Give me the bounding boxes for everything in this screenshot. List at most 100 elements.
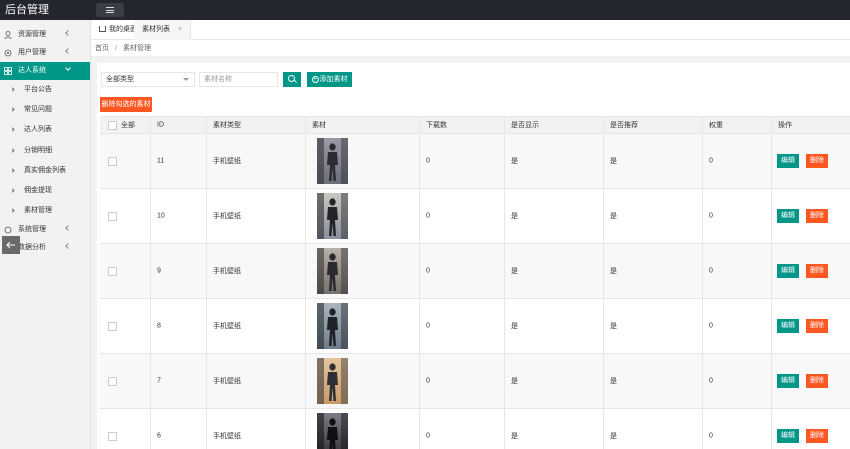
cell-weight: 0 — [702, 244, 771, 298]
search-button[interactable] — [283, 72, 301, 87]
cell-actions: 编辑 删除 — [771, 299, 850, 353]
cell-id: 8 — [150, 299, 206, 353]
select-all-checkbox[interactable] — [108, 121, 117, 130]
row-checkbox[interactable] — [108, 267, 117, 276]
menu-toggle-button[interactable] — [96, 3, 124, 17]
material-name-input[interactable]: 素材名称 — [199, 72, 278, 87]
delete-button[interactable]: 删除 — [806, 209, 828, 223]
material-thumbnail[interactable] — [317, 248, 348, 294]
delete-button[interactable]: 删除 — [806, 154, 828, 168]
row-checkbox[interactable] — [108, 377, 117, 386]
tab-label: 素材列表 — [142, 26, 170, 33]
cell-downloads: 0 — [419, 409, 504, 449]
sidebar-subitem-label: 达人列表 — [24, 126, 52, 134]
sidebar-subitem-distribution[interactable]: 分销明细 — [0, 141, 90, 161]
table-row: 6 手机壁纸 0 是 是 0 编辑 删除 — [100, 409, 850, 449]
cell-show: 是 — [504, 189, 603, 243]
sidebar-item-talent-system[interactable]: 达人系统 — [0, 62, 90, 80]
cell-text: 0 — [426, 157, 430, 165]
sidebar-subitem-label: 平台公告 — [24, 86, 52, 93]
cell-text: 6 — [157, 432, 161, 440]
sidebar-item-users[interactable]: 用户管理 — [0, 44, 90, 62]
cell-select — [100, 299, 150, 353]
tab-material-list[interactable]: 素材列表 × — [134, 20, 192, 40]
header-downloads: 下载数 — [419, 117, 504, 133]
chevron-right-icon — [10, 168, 15, 173]
home-icon — [99, 26, 106, 32]
header-id: ID — [150, 117, 206, 133]
cell-recommend: 是 — [603, 354, 702, 408]
material-thumbnail[interactable] — [317, 358, 348, 404]
row-checkbox[interactable] — [108, 322, 117, 331]
chevron-right-icon — [10, 208, 15, 213]
edit-button[interactable]: 编辑 — [777, 429, 799, 443]
delete-button[interactable]: 删除 — [806, 264, 828, 278]
cell-recommend: 是 — [603, 299, 702, 353]
sidebar-subitem-commission-list[interactable]: 真实佣金列表 — [0, 161, 90, 181]
sidebar-item-resources[interactable]: 资源管理 — [0, 26, 90, 44]
material-thumbnail[interactable] — [317, 303, 348, 349]
sidebar-item-label: 数据分析 — [18, 244, 46, 252]
cell-recommend: 是 — [603, 189, 702, 243]
breadcrumb-current: 素材管理 — [122, 45, 151, 52]
material-thumbnail[interactable] — [317, 138, 348, 184]
table-row: 7 手机壁纸 0 是 是 0 编辑 删除 — [100, 354, 850, 409]
header-label: 下载数 — [426, 122, 447, 129]
sidebar-subitem-faq[interactable]: 常见问题 — [0, 100, 90, 120]
cell-text: 是 — [511, 323, 518, 330]
cell-show: 是 — [504, 244, 603, 298]
material-thumbnail[interactable] — [317, 413, 348, 449]
cell-type: 手机壁纸 — [206, 189, 305, 243]
sidebar-subitem-materials[interactable]: 素材管理 — [0, 201, 90, 221]
collapse-sidebar-button[interactable] — [2, 236, 20, 254]
delete-button[interactable]: 删除 — [806, 374, 828, 388]
row-checkbox[interactable] — [108, 432, 117, 441]
cell-text: 0 — [426, 267, 430, 275]
cell-downloads: 0 — [419, 354, 504, 408]
cell-text: 9 — [157, 267, 161, 275]
close-icon[interactable]: × — [178, 26, 182, 33]
breadcrumb-home[interactable]: 首页 — [95, 45, 109, 52]
chevron-right-icon — [10, 147, 15, 153]
cell-material — [305, 244, 419, 298]
cell-type: 手机壁纸 — [206, 134, 305, 188]
cell-text: 是 — [610, 433, 617, 440]
edit-button[interactable]: 编辑 — [777, 209, 799, 223]
edit-button[interactable]: 编辑 — [777, 264, 799, 278]
sidebar-subitem-withdrawal[interactable]: 佣金提现 — [0, 181, 90, 201]
add-material-button[interactable]: + 添加素材 — [307, 72, 352, 87]
tab-label: 我的桌面 — [109, 26, 137, 33]
cell-select — [100, 244, 150, 298]
material-thumbnail[interactable] — [317, 193, 348, 239]
cell-recommend: 是 — [603, 409, 702, 449]
cell-type: 手机壁纸 — [206, 354, 305, 408]
breadcrumb: 首页 / 素材管理 — [91, 40, 850, 57]
menu-icon — [106, 7, 114, 13]
type-select-value: 全部类型 — [106, 76, 134, 83]
edit-button[interactable]: 编辑 — [777, 154, 799, 168]
cell-weight: 0 — [702, 189, 771, 243]
cell-text: 0 — [709, 212, 713, 220]
row-checkbox[interactable] — [108, 157, 117, 166]
chevron-right-icon — [10, 107, 15, 112]
cell-type: 手机壁纸 — [206, 244, 305, 298]
sidebar-subitem-announcements[interactable]: 平台公告 — [0, 80, 90, 100]
delete-button[interactable]: 删除 — [806, 429, 828, 443]
delete-selected-button[interactable]: 删除勾选的素材 — [100, 97, 152, 112]
cell-text: 手机壁纸 — [213, 323, 241, 330]
sidebar-subitem-talent-list[interactable]: 达人列表 — [0, 120, 90, 140]
cell-text: 是 — [610, 213, 617, 220]
type-select[interactable]: 全部类型 — [101, 72, 195, 87]
delete-button[interactable]: 删除 — [806, 319, 828, 333]
cell-weight: 0 — [702, 299, 771, 353]
row-checkbox[interactable] — [108, 212, 117, 221]
header-label: 全部 — [121, 122, 135, 129]
breadcrumb-separator: / — [115, 45, 117, 52]
edit-button[interactable]: 编辑 — [777, 374, 799, 388]
app-title: 后台管理 — [5, 4, 49, 16]
cell-show: 是 — [504, 299, 603, 353]
sidebar-subitem-label: 真实佣金列表 — [24, 166, 66, 174]
edit-button[interactable]: 编辑 — [777, 319, 799, 333]
cell-text: 0 — [426, 377, 430, 385]
search-placeholder: 素材名称 — [204, 76, 232, 83]
